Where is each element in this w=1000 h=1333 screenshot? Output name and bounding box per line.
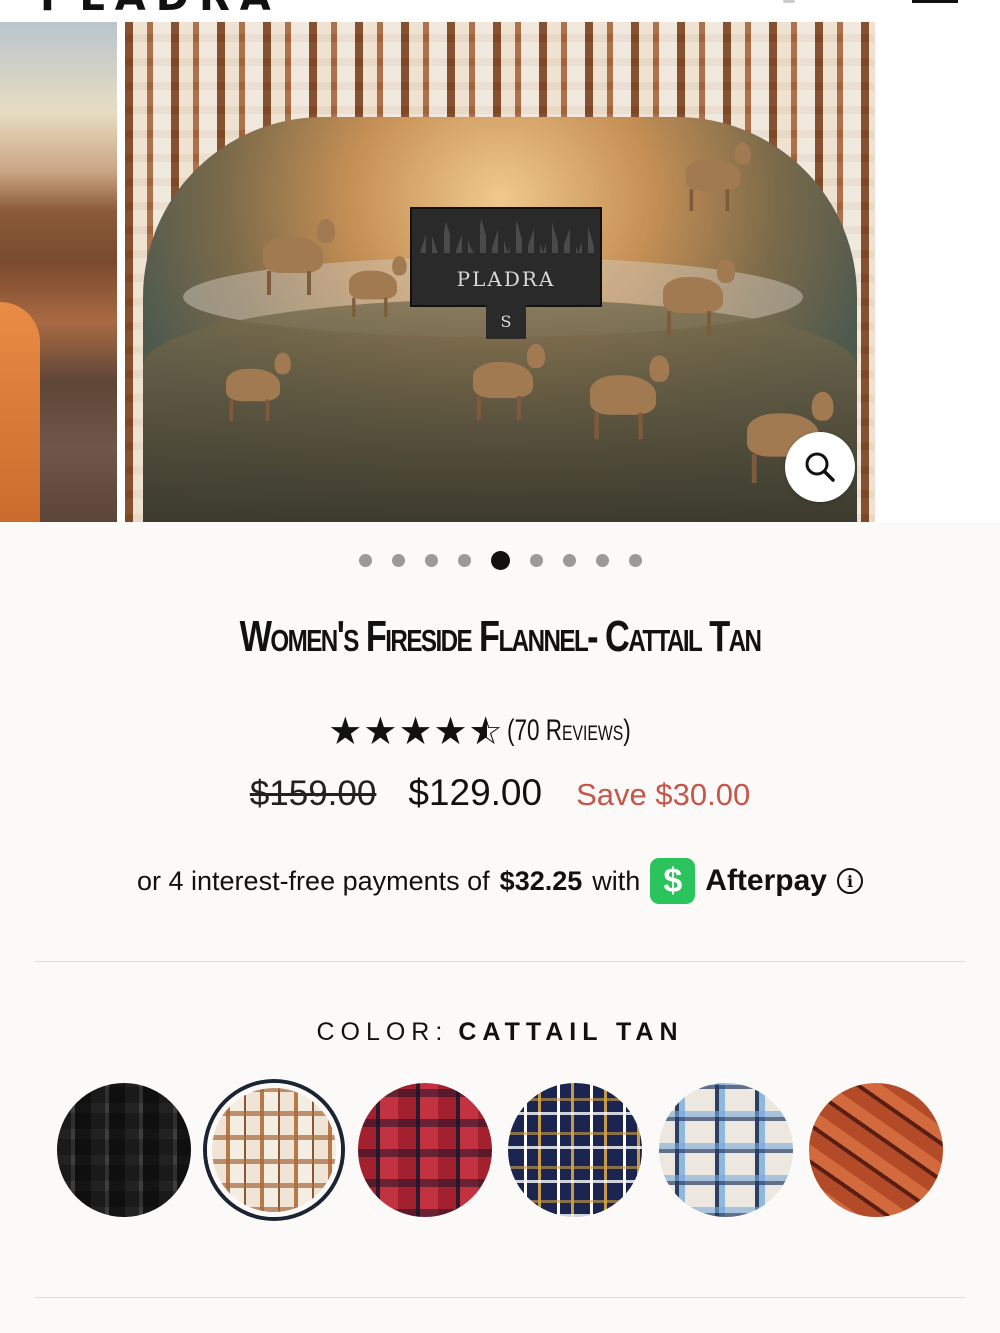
carousel-dot[interactable] [595,554,609,567]
divider [35,1297,965,1298]
product-image-carousel[interactable]: PLADRA S [0,22,1000,522]
product-title: Women's Fireside Flannel- Cattail Tan [239,612,762,661]
swatch-cattail-tan[interactable] [207,1083,342,1217]
search-icon[interactable] [783,0,795,3]
deer-graphic [349,256,407,318]
savings-text: Save $30.00 [576,777,751,812]
deer-graphic [686,142,751,211]
info-icon[interactable]: i [836,868,863,894]
deer-graphic [226,352,291,422]
model-figure [0,302,40,522]
carousel-dot[interactable] [358,554,372,567]
carousel-dot[interactable] [391,554,405,567]
deer-graphic [473,344,545,420]
afterpay-message: or 4 interest-free payments of $32.25 wi… [0,858,1000,904]
carousel-dot[interactable] [424,554,438,567]
afterpay-with: with [592,865,641,896]
deer-graphic [590,355,670,440]
carousel-dot[interactable] [490,551,510,570]
swatch-red[interactable] [357,1083,492,1217]
carousel-dot[interactable] [628,554,642,567]
deer-graphic [263,219,335,295]
swatch-navy[interactable] [508,1083,643,1217]
site-logo[interactable]: PLADRA [40,0,281,20]
afterpay-name: Afterpay [705,864,827,897]
carousel-dot[interactable] [529,554,543,567]
color-swatches [57,1083,943,1217]
label-brand-text: PLADRA [456,267,556,291]
star-icon: ★ [328,709,363,753]
price-row: $159.00 $129.00 Save $30.00 [0,772,1000,814]
brand-label: PLADRA [410,207,602,307]
menu-icon[interactable] [912,0,958,3]
swatch-rust[interactable] [808,1083,943,1217]
selected-color-name: CATTAIL TAN [458,1018,684,1046]
color-label: COLOR: CATTAIL TAN [0,1018,1000,1047]
color-label-prefix: COLOR: [316,1018,449,1046]
original-price: $159.00 [249,774,377,813]
afterpay-amount: $32.25 [499,865,583,896]
sale-price: $129.00 [408,772,543,813]
swatch-blue[interactable] [658,1083,793,1217]
zoom-button[interactable] [785,432,855,502]
star-icon: ★ [469,712,503,750]
carousel-dot[interactable] [457,554,471,567]
rating-stars: ★★★★★ [328,712,502,750]
carousel-slide-current[interactable]: PLADRA S [125,22,875,522]
afterpay-logo-icon: $ [650,858,696,904]
carousel-slide-next[interactable] [883,22,1000,522]
swatch-charcoal[interactable] [57,1083,191,1217]
site-header: PLADRA [0,0,1000,22]
deer-graphic [663,259,735,335]
trees-graphic [420,219,596,253]
magnifier-icon [805,452,835,482]
reviews-link[interactable]: (70 Reviews) [507,714,631,748]
star-icon: ★ [363,709,398,753]
product-rating[interactable]: ★★★★★ (70 Reviews) [0,712,1000,750]
carousel-dot[interactable] [562,554,576,567]
star-icon: ★ [398,709,433,753]
star-icon: ★ [433,709,468,753]
size-tag: S [486,305,526,339]
divider [35,961,965,962]
carousel-pagination [0,551,1000,570]
afterpay-prefix: or 4 interest-free payments of [137,865,490,896]
carousel-slide-previous[interactable] [0,22,117,522]
